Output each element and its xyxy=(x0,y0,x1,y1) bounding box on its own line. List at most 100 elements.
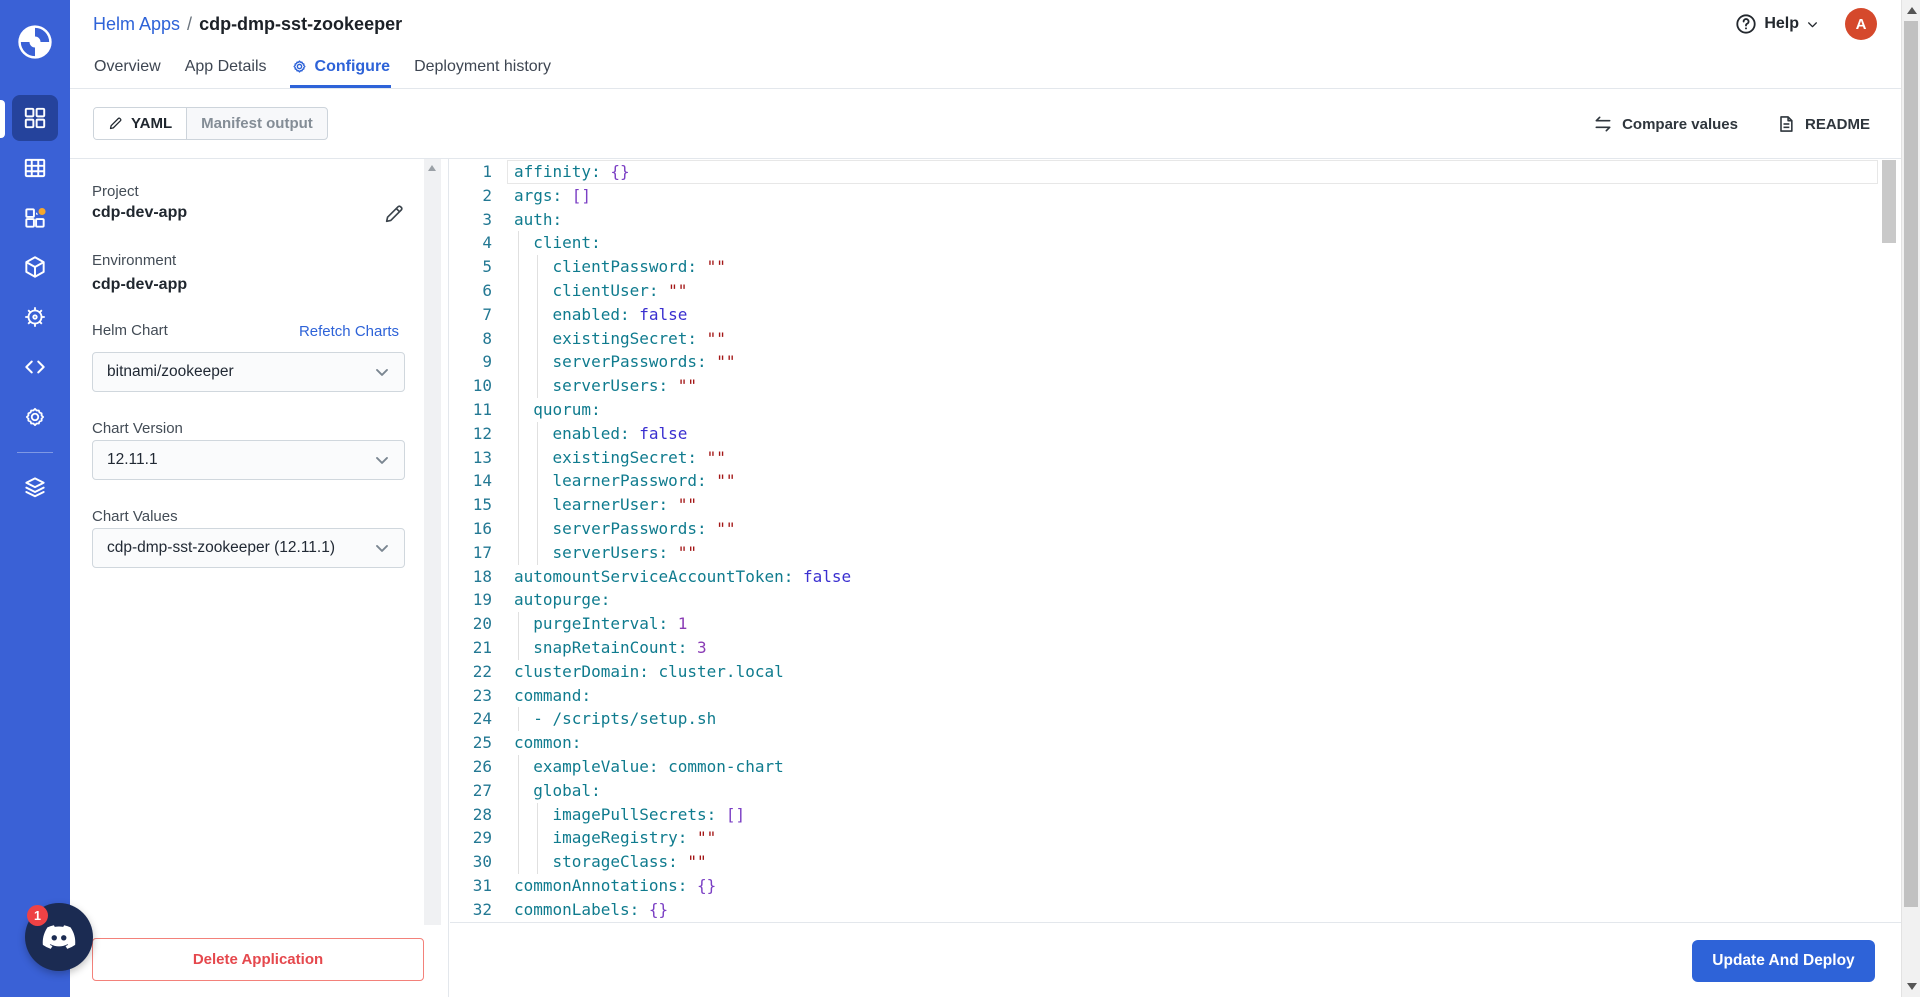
edit-pencil-icon[interactable] xyxy=(383,203,405,225)
code-line[interactable]: 21 snapRetainCount: 3 xyxy=(450,636,1901,660)
devtron-logo-icon[interactable] xyxy=(15,22,55,62)
code-line[interactable]: 7 enabled: false xyxy=(450,302,1901,327)
code-line[interactable]: 5 clientPassword: "" xyxy=(450,255,1901,279)
scroll-up-arrow-icon[interactable] xyxy=(1906,7,1917,14)
line-number[interactable]: 6 xyxy=(450,279,506,303)
sidebar-item-global-config[interactable] xyxy=(12,394,58,440)
mode-yaml[interactable]: YAML xyxy=(94,108,188,139)
tab-overview[interactable]: Overview xyxy=(93,48,162,88)
line-number[interactable]: 21 xyxy=(450,636,506,660)
code-line[interactable]: 31 commonAnnotations: {} xyxy=(450,874,1901,898)
delete-application-button[interactable]: Delete Application xyxy=(92,938,424,981)
code-line[interactable]: 32 commonLabels: {} xyxy=(450,898,1901,922)
code-line[interactable]: 9 serverPasswords: "" xyxy=(450,350,1901,375)
tab-app-details[interactable]: App Details xyxy=(184,48,268,88)
line-number[interactable]: 12 xyxy=(450,422,506,446)
code-line[interactable]: 6 clientUser: "" xyxy=(450,279,1901,303)
line-number[interactable]: 16 xyxy=(450,517,506,541)
line-number[interactable]: 24 xyxy=(450,707,506,731)
sidebar-item-app-store[interactable] xyxy=(12,195,58,241)
update-and-deploy-button[interactable]: Update And Deploy xyxy=(1692,940,1875,982)
line-number[interactable]: 4 xyxy=(450,231,506,255)
chart-version-select[interactable]: 12.11.1 xyxy=(92,440,405,480)
code-line[interactable]: 14 learnerPassword: "" xyxy=(450,469,1901,494)
code-line[interactable]: 19 autopurge: xyxy=(450,588,1901,612)
line-number[interactable]: 1 xyxy=(450,160,506,184)
code-line[interactable]: 29 imageRegistry: "" xyxy=(450,826,1901,851)
line-number[interactable]: 13 xyxy=(450,446,506,470)
code-line[interactable]: 30 storageClass: "" xyxy=(450,850,1901,874)
page-scrollbar[interactable] xyxy=(1901,0,1920,997)
code-line[interactable]: 2 args: [] xyxy=(450,184,1901,208)
code-line[interactable]: 16 serverPasswords: "" xyxy=(450,517,1901,541)
line-number[interactable]: 15 xyxy=(450,493,506,517)
tab-configure[interactable]: Configure xyxy=(289,48,392,88)
code-line[interactable]: 1 affinity: {} xyxy=(450,160,1901,184)
line-number[interactable]: 7 xyxy=(450,303,506,327)
line-number[interactable]: 29 xyxy=(450,826,506,850)
page-scrollbar-thumb[interactable] xyxy=(1904,21,1918,907)
line-number[interactable]: 3 xyxy=(450,208,506,232)
code-line[interactable]: 20 purgeInterval: 1 xyxy=(450,612,1901,636)
line-number[interactable]: 5 xyxy=(450,255,506,279)
panel-scrollbar[interactable] xyxy=(424,159,441,925)
help-menu[interactable]: Help xyxy=(1735,13,1819,35)
discord-chat-widget[interactable]: 1 xyxy=(25,903,93,971)
code-line[interactable]: 22 clusterDomain: cluster.local xyxy=(450,660,1901,684)
sidebar-item-jobs[interactable] xyxy=(12,145,58,191)
helm-chart-select[interactable]: bitnami/zookeeper xyxy=(92,352,405,392)
code-line[interactable]: 26 exampleValue: common-chart xyxy=(450,755,1901,779)
code-line[interactable]: 11 quorum: xyxy=(450,398,1901,422)
line-number[interactable]: 32 xyxy=(450,898,506,922)
sidebar-item-chart-store[interactable] xyxy=(12,294,58,340)
code-line[interactable]: 3 auth: xyxy=(450,208,1901,232)
code-line[interactable]: 28 imagePullSecrets: [] xyxy=(450,802,1901,827)
line-number[interactable]: 25 xyxy=(450,731,506,755)
line-number[interactable]: 2 xyxy=(450,184,506,208)
code-line[interactable]: 13 existingSecret: "" xyxy=(450,445,1901,470)
tab-deployment-history[interactable]: Deployment history xyxy=(413,48,552,88)
readme-button[interactable]: README xyxy=(1776,114,1870,134)
refetch-charts-link[interactable]: Refetch Charts xyxy=(299,323,399,340)
line-number[interactable]: 31 xyxy=(450,874,506,898)
code-line[interactable]: 27 global: xyxy=(450,778,1901,803)
code-line[interactable]: 18 automountServiceAccountToken: false xyxy=(450,565,1901,589)
chart-values-select[interactable]: cdp-dmp-sst-zookeeper (12.11.1) xyxy=(92,528,405,568)
sidebar-item-resource-browser[interactable] xyxy=(12,244,58,290)
sidebar-item-stack-manager[interactable] xyxy=(12,463,58,509)
code-line[interactable]: 25 common: xyxy=(450,731,1901,755)
code-line[interactable]: 17 serverUsers: "" xyxy=(450,540,1901,565)
code-line[interactable]: 10 serverUsers: "" xyxy=(450,374,1901,398)
line-number[interactable]: 8 xyxy=(450,327,506,351)
code-line[interactable]: 12 enabled: false xyxy=(450,421,1901,446)
avatar[interactable]: A xyxy=(1845,8,1877,40)
code-line[interactable]: 23 command: xyxy=(450,684,1901,708)
sidebar-item-code[interactable] xyxy=(12,344,58,390)
line-number[interactable]: 18 xyxy=(450,565,506,589)
code-area[interactable]: 1 affinity: {} 2 args: [] 3 auth: 4 client: 5 cli… xyxy=(450,159,1901,923)
line-number[interactable]: 28 xyxy=(450,803,506,827)
code-line[interactable]: 15 learnerUser: "" xyxy=(450,493,1901,517)
line-number[interactable]: 17 xyxy=(450,541,506,565)
yaml-editor[interactable]: 1 affinity: {} 2 args: [] 3 auth: 4 client: 5 cli… xyxy=(450,159,1901,997)
editor-scrollbar-thumb[interactable] xyxy=(1882,160,1896,243)
line-number[interactable]: 22 xyxy=(450,660,506,684)
line-number[interactable]: 23 xyxy=(450,684,506,708)
line-number[interactable]: 9 xyxy=(450,350,506,374)
code-line[interactable]: 8 existingSecret: "" xyxy=(450,326,1901,351)
sidebar-item-applications[interactable] xyxy=(12,95,58,141)
code-line[interactable]: 24 - /scripts/setup.sh xyxy=(450,707,1901,732)
line-number[interactable]: 19 xyxy=(450,588,506,612)
line-number[interactable]: 26 xyxy=(450,755,506,779)
line-number[interactable]: 14 xyxy=(450,469,506,493)
compare-values-button[interactable]: Compare values xyxy=(1593,114,1738,134)
scroll-down-arrow-icon[interactable] xyxy=(1906,983,1917,990)
line-number[interactable]: 10 xyxy=(450,374,506,398)
line-number[interactable]: 30 xyxy=(450,850,506,874)
line-number[interactable]: 27 xyxy=(450,779,506,803)
line-number[interactable]: 11 xyxy=(450,398,506,422)
line-number[interactable]: 20 xyxy=(450,612,506,636)
mode-manifest-output[interactable]: Manifest output xyxy=(187,108,327,139)
breadcrumb-helm-apps-link[interactable]: Helm Apps xyxy=(93,14,180,34)
code-line[interactable]: 4 client: xyxy=(450,231,1901,256)
